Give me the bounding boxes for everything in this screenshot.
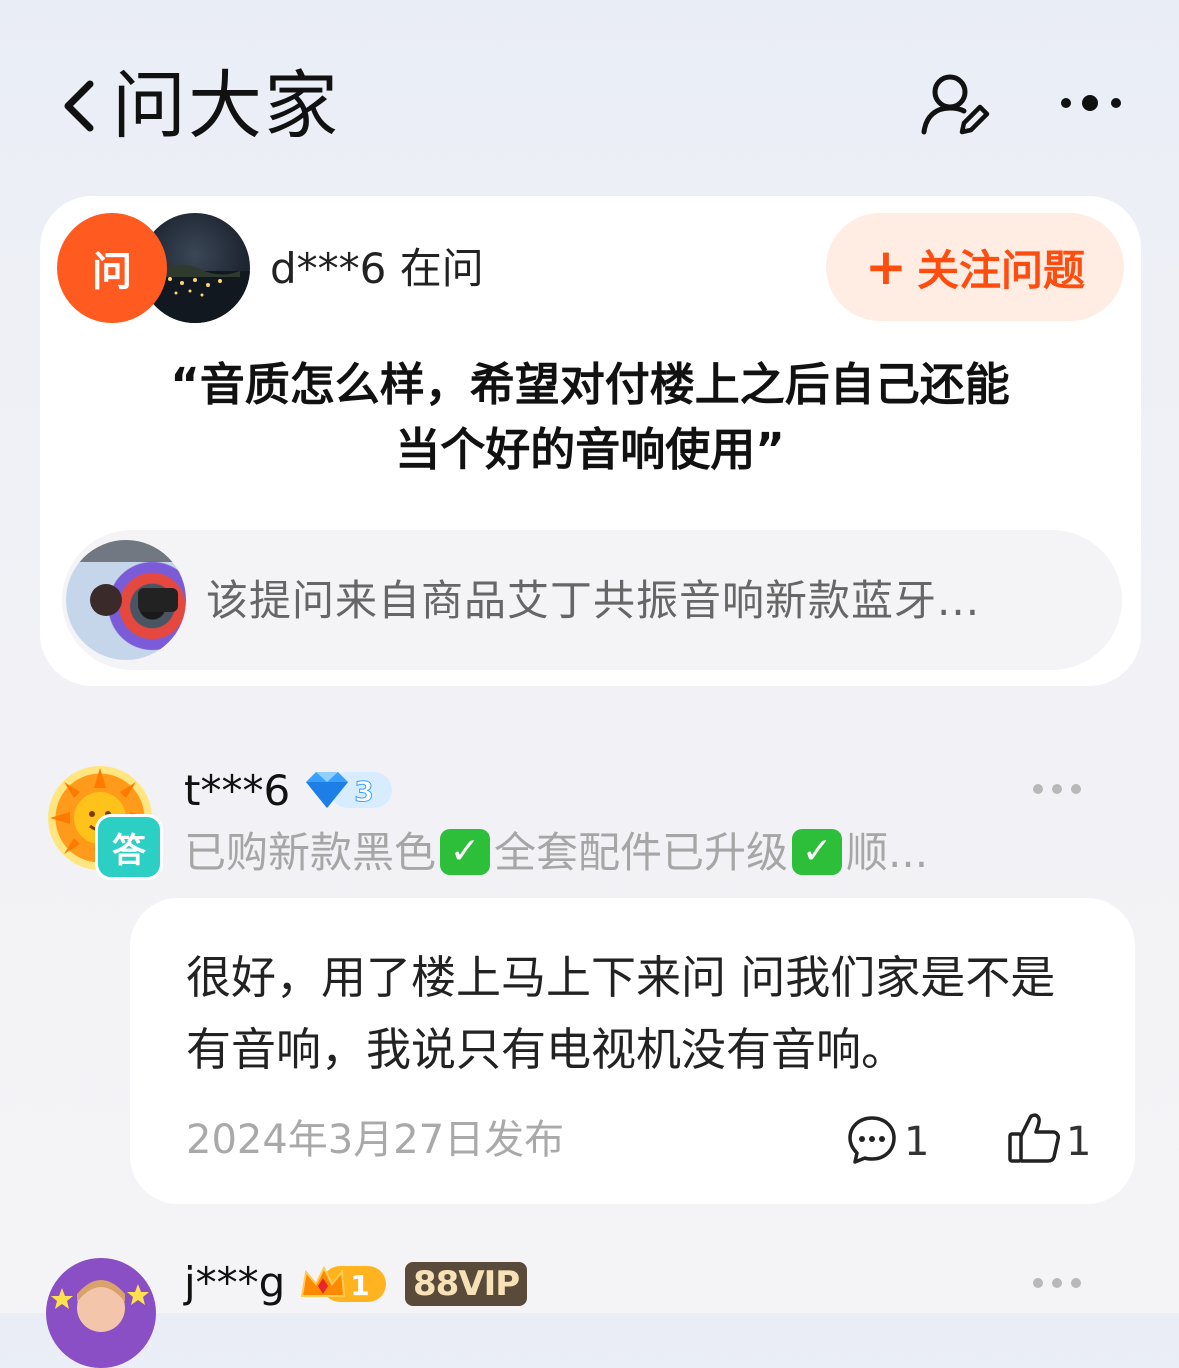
- plus-icon: +: [865, 238, 907, 296]
- follow-label: 关注问题: [916, 245, 1085, 295]
- answer-date: 2024年3月27日发布: [186, 1117, 565, 1163]
- product-source-text[interactable]: 该提问来自商品艾丁共振音响新款蓝牙...: [206, 572, 980, 630]
- page-title: 问大家: [112, 63, 340, 149]
- comment-count: 1: [904, 1119, 930, 1165]
- crown-level-badge: 1: [300, 1265, 386, 1302]
- checkmark-icon: ✓: [440, 828, 491, 875]
- comment-icon[interactable]: [846, 1114, 898, 1166]
- answerer-name[interactable]: j***g: [184, 1258, 285, 1308]
- answerer-avatar[interactable]: [46, 1258, 156, 1368]
- asker-name: d***6 在问: [270, 244, 484, 293]
- user-edit-icon[interactable]: [918, 68, 990, 140]
- answerer-name[interactable]: t***6: [184, 766, 290, 816]
- answer-badge: 答: [95, 814, 163, 880]
- answer-more-icon[interactable]: [1032, 782, 1082, 796]
- vip-badge: 88VIP: [405, 1262, 528, 1306]
- product-thumbnail[interactable]: [66, 540, 186, 660]
- tag-text: 顺...: [846, 828, 929, 877]
- answer-content: 很好，用了楼上马上下来问 问我们家是不是有音响，我说只有电视机没有音响。: [186, 951, 1056, 1076]
- purchase-tags: 已购新款黑色 ✓ 全套配件已升级 ✓ 顺...: [184, 824, 928, 883]
- follow-question-button[interactable]: + 关注问题: [826, 213, 1124, 321]
- level-number: 1: [350, 1269, 369, 1302]
- question-text: “音质怎么样，希望对付楼上之后自己还能当个好的音响使用”: [170, 358, 1010, 476]
- thumbs-up-icon[interactable]: [1006, 1110, 1062, 1166]
- tag-text: 已购新款黑色: [184, 828, 437, 877]
- diamond-level-badge: 3: [306, 772, 392, 809]
- like-count: 1: [1066, 1119, 1092, 1165]
- answer-more-icon[interactable]: [1032, 1276, 1082, 1290]
- level-number: 3: [354, 775, 373, 808]
- tag-text: 全套配件已升级: [494, 828, 789, 877]
- back-arrow-icon[interactable]: [58, 78, 98, 134]
- question-badge: 问: [57, 213, 167, 323]
- checkmark-icon: ✓: [792, 828, 843, 875]
- more-icon[interactable]: [1058, 92, 1128, 114]
